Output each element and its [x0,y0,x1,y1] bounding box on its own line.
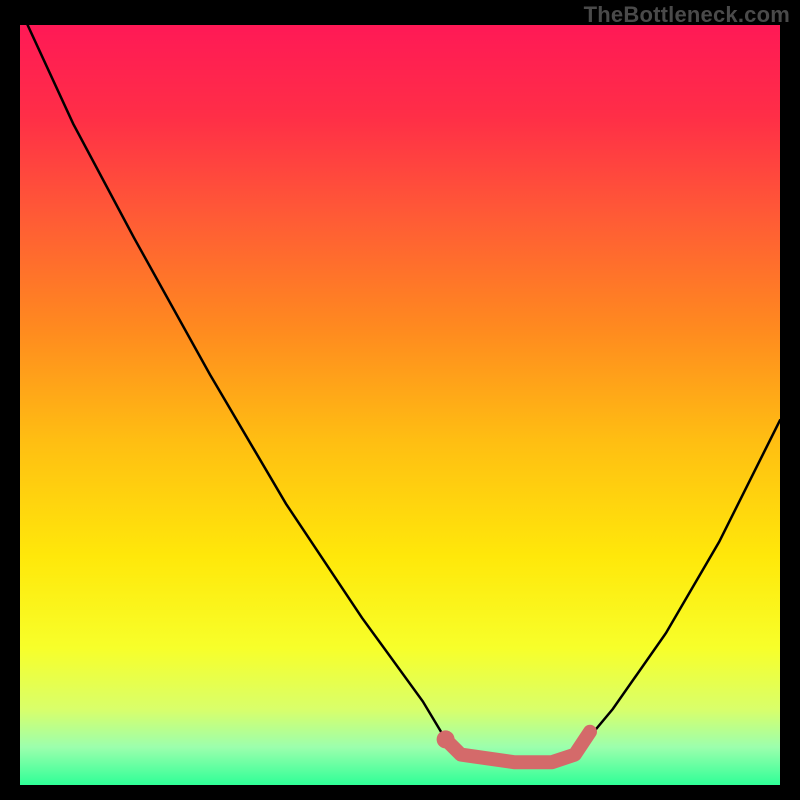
chart-frame: TheBottleneck.com [0,0,800,800]
plot-area [20,25,780,785]
plot-svg [20,25,780,785]
highlight-dot [437,730,455,748]
